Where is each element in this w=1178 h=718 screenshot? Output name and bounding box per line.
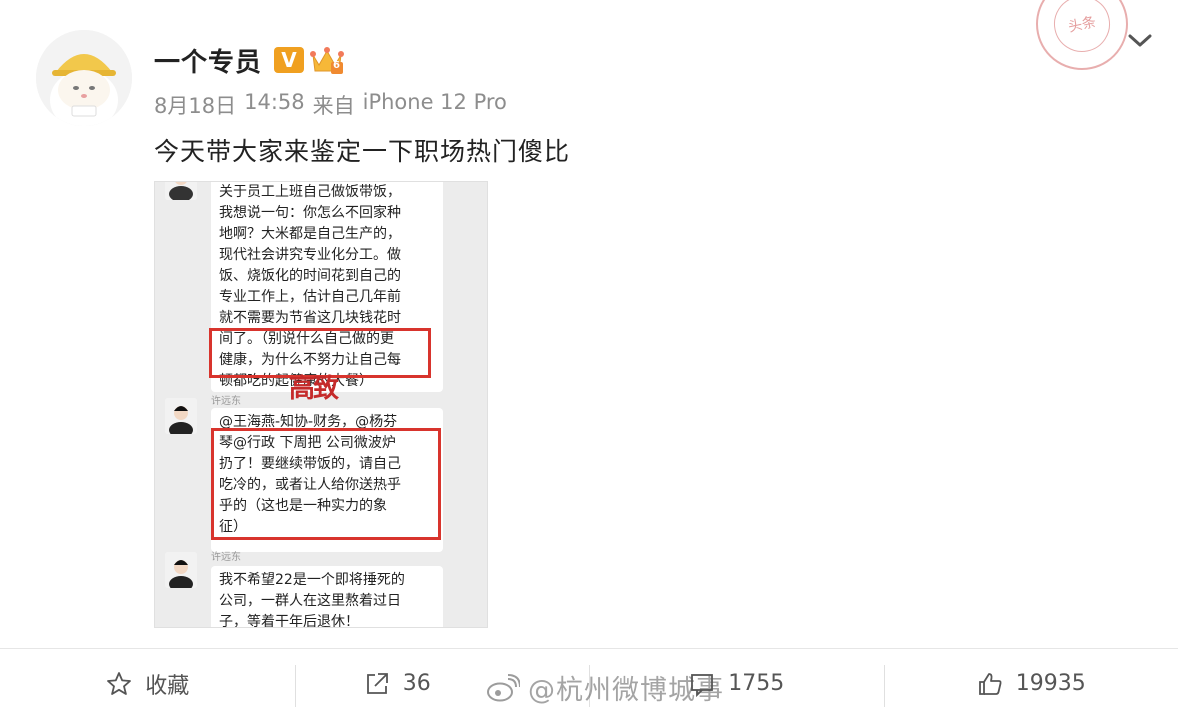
- share-button[interactable]: 36: [294, 649, 590, 718]
- post-text: 今天带大家来鉴定一下职场热门傻比: [154, 137, 571, 166]
- highlight-box: [211, 428, 441, 540]
- like-count: 19935: [1015, 671, 1086, 696]
- post-meta: 8月18日 14:58 来自 iPhone 12 Pro: [154, 90, 507, 120]
- stamp-text: 头条: [1066, 14, 1098, 36]
- favorite-button[interactable]: 收藏: [0, 649, 295, 718]
- chat-avatar-icon: [165, 398, 197, 434]
- post-date: 8月18日: [154, 94, 237, 118]
- share-icon: [363, 670, 391, 698]
- verified-badge-icon: V: [274, 47, 305, 73]
- comment-count: 1755: [728, 671, 785, 696]
- chevron-down-icon[interactable]: [1124, 26, 1156, 54]
- comment-button[interactable]: 1755: [589, 649, 884, 718]
- username[interactable]: 一个专员: [154, 42, 262, 79]
- comment-icon: [688, 670, 716, 698]
- source-prefix: 来自: [312, 94, 355, 118]
- avatar[interactable]: [36, 30, 132, 126]
- chat-avatar-icon: [165, 182, 197, 200]
- chat-sender: 许远东: [211, 552, 241, 563]
- like-button[interactable]: 19935: [883, 649, 1178, 718]
- chat-sender: 许远东: [211, 396, 241, 407]
- thumbs-up-icon: [976, 670, 1004, 698]
- favorite-label: 收藏: [145, 673, 190, 699]
- vip-level: 6: [333, 60, 340, 71]
- star-icon: [105, 670, 133, 698]
- vip-crown-icon: 6: [310, 45, 345, 75]
- avatar-cat-image: [36, 30, 132, 126]
- post-time: 14:58: [244, 90, 305, 114]
- action-bar: 收藏 36 1755 19935: [0, 649, 1178, 718]
- post-header: 一个专员 V 6: [154, 40, 345, 80]
- overlay-text: 高致: [289, 374, 339, 404]
- share-count: 36: [402, 671, 431, 696]
- chat-bubble: 我不希望22是一个即将捶死的 公司，一群人在这里熬着过日 子，等着干年后退休！: [211, 566, 443, 627]
- post-device[interactable]: iPhone 12 Pro: [363, 90, 507, 120]
- post-image[interactable]: 关于员工上班自己做饭带饭， 我想说一句：你怎么不回家种 地啊？大米都是自己生产的…: [154, 181, 488, 628]
- stamp-watermark: 头条: [1027, 0, 1137, 79]
- chat-avatar-icon: [165, 552, 197, 588]
